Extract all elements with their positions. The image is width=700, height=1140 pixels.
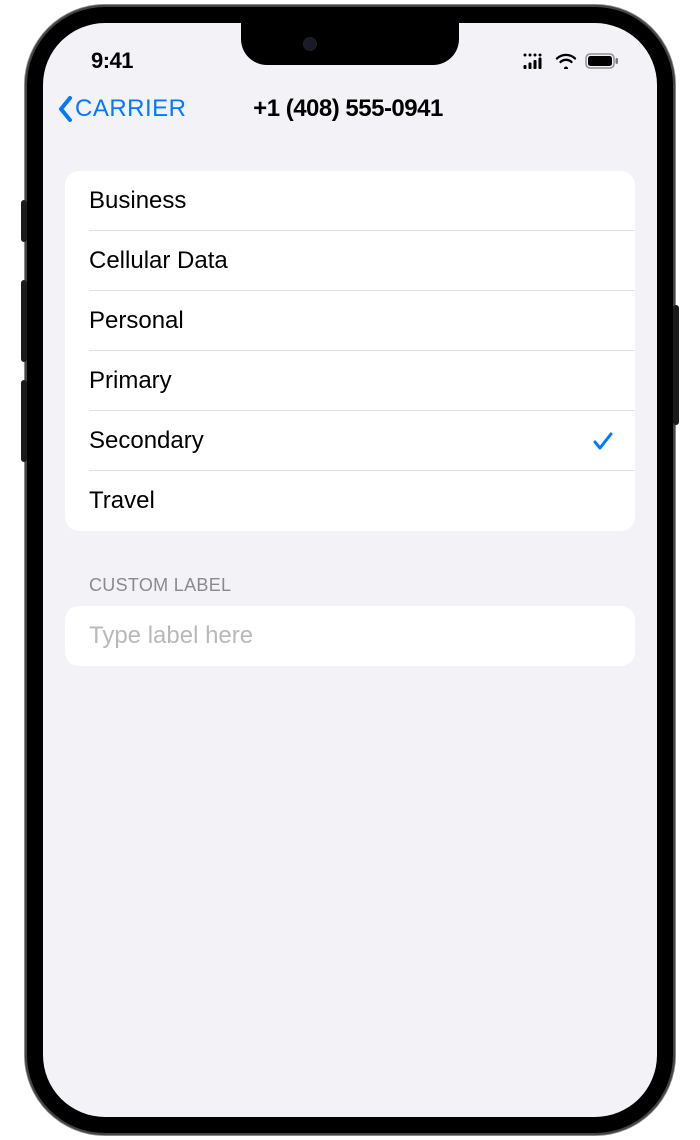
label-text: Secondary xyxy=(89,427,204,455)
label-option-secondary[interactable]: Secondary xyxy=(65,411,635,471)
front-camera xyxy=(303,37,317,51)
back-button[interactable]: CARRIER xyxy=(57,95,187,123)
label-text: Cellular Data xyxy=(89,247,228,275)
power-button xyxy=(673,305,679,425)
label-text: Personal xyxy=(89,307,184,335)
custom-label-group xyxy=(65,606,635,666)
custom-label-header: CUSTOM LABEL xyxy=(89,575,635,596)
phone-frame: 9:41 xyxy=(25,5,675,1135)
back-label: CARRIER xyxy=(75,95,187,123)
custom-label-input[interactable] xyxy=(89,622,611,650)
checkmark-icon xyxy=(591,429,615,453)
status-icons xyxy=(523,53,619,69)
label-option-travel[interactable]: Travel xyxy=(65,471,635,531)
volume-up-button xyxy=(21,280,27,362)
label-text: Business xyxy=(89,187,186,215)
page-title: +1 (408) 555-0941 xyxy=(253,95,443,123)
mute-switch xyxy=(21,200,27,242)
wifi-icon xyxy=(555,53,577,69)
cellular-signal-icon xyxy=(523,53,547,69)
nav-bar: CARRIER +1 (408) 555-0941 xyxy=(43,81,657,141)
notch xyxy=(241,23,459,65)
label-list: Business Cellular Data Personal Primary … xyxy=(65,171,635,531)
label-text: Primary xyxy=(89,367,172,395)
screen: 9:41 xyxy=(43,23,657,1117)
label-option-cellular-data[interactable]: Cellular Data xyxy=(65,231,635,291)
volume-down-button xyxy=(21,380,27,462)
label-option-business[interactable]: Business xyxy=(65,171,635,231)
battery-icon xyxy=(585,53,619,69)
chevron-left-icon xyxy=(57,95,73,123)
status-time: 9:41 xyxy=(91,48,133,74)
label-text: Travel xyxy=(89,487,155,515)
label-option-personal[interactable]: Personal xyxy=(65,291,635,351)
label-option-primary[interactable]: Primary xyxy=(65,351,635,411)
content: Business Cellular Data Personal Primary … xyxy=(43,141,657,666)
